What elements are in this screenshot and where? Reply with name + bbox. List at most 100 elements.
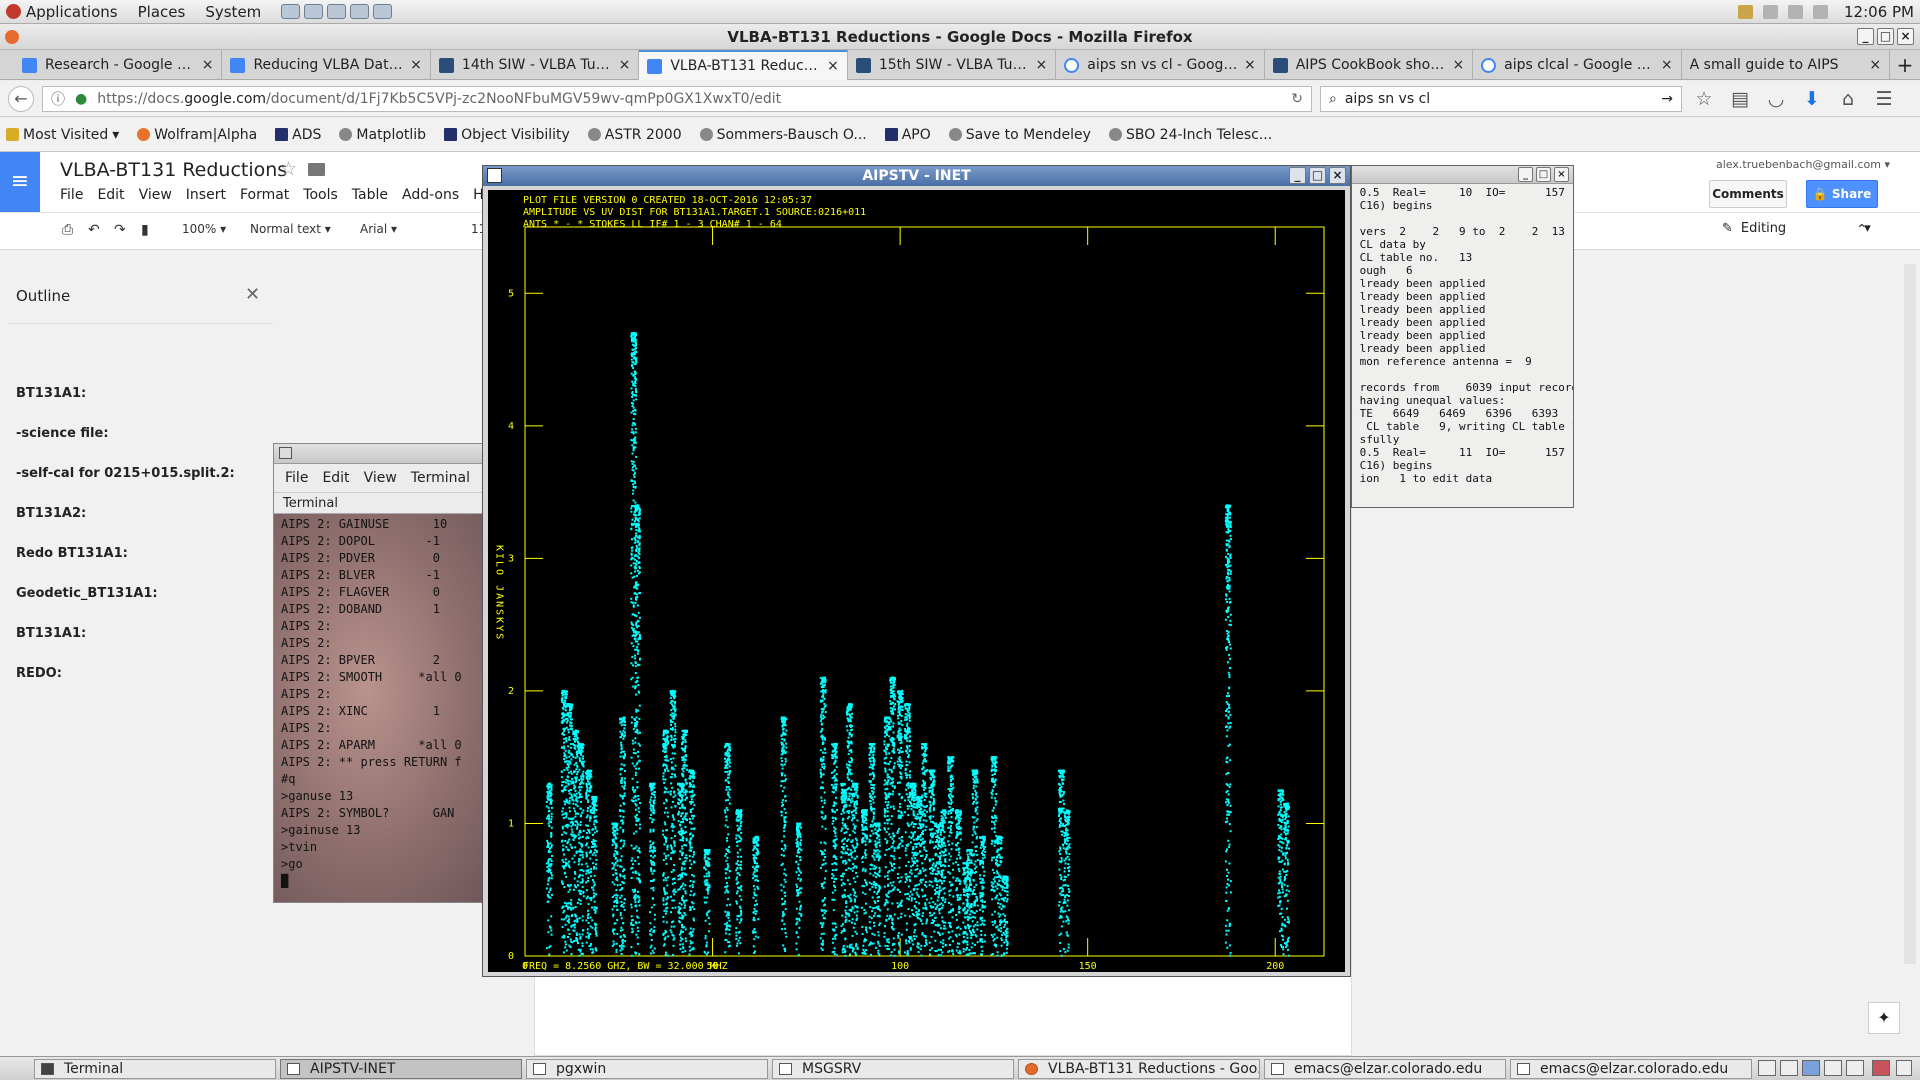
bookmark-most-visited[interactable]: Most Visited ▾	[6, 127, 119, 143]
battery-tray-icon[interactable]	[1813, 4, 1829, 19]
bookmark-matplotlib[interactable]: Matplotlib	[339, 127, 426, 143]
terminal-menu-terminal[interactable]: Terminal	[411, 470, 470, 486]
tab-15th-siw[interactable]: 15th SIW - VLBA Tuto... ×	[848, 50, 1057, 80]
menu-format[interactable]: Format	[240, 187, 289, 203]
outline-item[interactable]: -self-cal for 0215+015.split.2:	[16, 466, 235, 506]
font-select[interactable]: Arial ▾	[360, 222, 397, 236]
outline-item[interactable]: REDO:	[16, 666, 235, 706]
collapse-icon[interactable]: ⌃	[1856, 222, 1868, 238]
clock[interactable]: 12:06 PM	[1844, 3, 1914, 21]
hamburger-menu-icon[interactable]: ☰	[1870, 88, 1898, 110]
outline-item[interactable]: Redo BT131A1:	[16, 546, 235, 586]
maximize-button[interactable]: □	[1309, 167, 1326, 184]
home-icon[interactable]: ⌂	[1834, 88, 1862, 110]
close-tab-icon[interactable]: ×	[1869, 57, 1881, 73]
search-bar[interactable]: ⌕ aips sn vs cl →	[1320, 85, 1682, 112]
reading-list-icon[interactable]: ▤	[1726, 88, 1754, 110]
close-tab-icon[interactable]: ×	[1244, 57, 1256, 73]
msgsrv-log[interactable]: 0.5 Real= 10 IO= 157 C16) begins vers 2 …	[1352, 184, 1573, 487]
system-menu[interactable]: System	[205, 3, 261, 21]
terminal-output[interactable]: AIPS 2: GAINUSE 10 AIPS 2: DOPOL -1 AIPS 2…	[274, 514, 504, 902]
outline-item[interactable]: Geodetic_BT131A1:	[16, 586, 235, 626]
search-input[interactable]: aips sn vs cl	[1345, 91, 1653, 107]
search-go-icon[interactable]: →	[1661, 91, 1673, 107]
mail-launcher-icon[interactable]	[304, 4, 324, 19]
terminal-titlebar[interactable]	[274, 444, 504, 464]
new-tab-icon[interactable]: +	[1890, 50, 1920, 79]
downloads-icon[interactable]: ⬇	[1798, 88, 1826, 110]
outline-item[interactable]: BT131A1:	[16, 626, 235, 666]
notes-tray-icon[interactable]	[1738, 4, 1754, 19]
menu-table[interactable]: Table	[352, 187, 388, 203]
info-icon[interactable]: ⓘ	[51, 89, 65, 109]
aipstv-titlebar[interactable]: AIPSTV - INET _ □ ×	[483, 166, 1350, 186]
close-tab-icon[interactable]: ×	[410, 57, 422, 73]
outline-item[interactable]: BT131A2:	[16, 506, 235, 546]
applications-menu[interactable]: Applications	[6, 3, 118, 21]
tab-14th-siw[interactable]: 14th SIW - VLBA Tuto... ×	[431, 50, 640, 80]
outline-item[interactable]: -science file:	[16, 426, 235, 466]
close-button[interactable]: ×	[1897, 28, 1914, 45]
minimize-button[interactable]: _	[1518, 167, 1533, 182]
tab-research[interactable]: Research - Google D... ×	[14, 50, 223, 80]
star-icon[interactable]: ☆	[280, 158, 297, 180]
menu-edit[interactable]: Edit	[97, 187, 124, 203]
terminal-menu-edit[interactable]: Edit	[322, 470, 349, 486]
editing-mode-select[interactable]: ✎ Editing ▾	[1722, 221, 1871, 236]
aipstv-plot[interactable]: PLOT FILE VERSION 0 CREATED 18-OCT-2016 …	[488, 190, 1345, 972]
url-bar[interactable]: ⓘ ● https://docs.google.com/document/d/1…	[42, 85, 1312, 112]
print-icon[interactable]: ⎙	[62, 222, 73, 238]
menu-view[interactable]: View	[139, 187, 172, 203]
menu-addons[interactable]: Add-ons	[402, 187, 459, 203]
back-button[interactable]: ←	[8, 85, 34, 112]
close-tab-icon[interactable]: ×	[202, 57, 214, 73]
close-icon[interactable]: ✕	[245, 284, 260, 305]
bookmark-wolfram[interactable]: Wolfram|Alpha	[137, 127, 257, 143]
reload-icon[interactable]: ↻	[1291, 91, 1303, 107]
comments-button[interactable]: Comments	[1709, 180, 1787, 208]
bookmark-mendeley[interactable]: Save to Mendeley	[948, 127, 1091, 143]
tab-aips-cookbook[interactable]: AIPS CookBook short ... ×	[1265, 50, 1474, 80]
maximize-button[interactable]: □	[1877, 28, 1894, 45]
terminal-menu-file[interactable]: File	[285, 470, 308, 486]
network-tray-icon[interactable]	[1763, 4, 1779, 19]
bookmark-ads[interactable]: ADS	[275, 127, 321, 143]
tab-aips-clcal[interactable]: aips clcal - Google S... ×	[1473, 50, 1682, 80]
bookmark-star-icon[interactable]: ☆	[1690, 88, 1718, 110]
zoom-select[interactable]: 100% ▾	[182, 222, 226, 236]
maximize-button[interactable]: □	[1536, 167, 1551, 182]
bookmark-sbo-telescope[interactable]: SBO 24-Inch Telesc...	[1108, 127, 1272, 143]
bookmark-sommers-bausch[interactable]: Sommers-Bausch O...	[699, 127, 867, 143]
menu-insert[interactable]: Insert	[186, 187, 226, 203]
browser-launcher-icon[interactable]	[281, 4, 301, 19]
msgsrv-titlebar[interactable]: _ □ ×	[1352, 166, 1573, 184]
bookmark-object-visibility[interactable]: Object Visibility	[444, 127, 570, 143]
user-email[interactable]: alex.truebenbach@gmail.com ▾	[1716, 158, 1890, 171]
style-select[interactable]: Normal text ▾	[250, 222, 331, 236]
outline-item[interactable]: BT131A1:	[16, 386, 235, 426]
docs-menu-icon[interactable]: ≡	[0, 152, 40, 212]
tab-reducing-vlba[interactable]: Reducing VLBA Data ... ×	[222, 50, 431, 80]
minimize-button[interactable]: _	[1289, 167, 1306, 184]
close-button[interactable]: ×	[1329, 167, 1346, 184]
places-menu[interactable]: Places	[138, 3, 186, 21]
bookmark-apo[interactable]: APO	[884, 127, 931, 143]
menu-file[interactable]: File	[60, 187, 83, 203]
notes-launcher-icon[interactable]	[373, 4, 393, 19]
scrollbar[interactable]	[1904, 264, 1916, 964]
redo-icon[interactable]: ↷	[114, 222, 126, 238]
tab-small-guide-aips[interactable]: A small guide to AIPS ×	[1682, 50, 1891, 80]
volume-tray-icon[interactable]	[1788, 4, 1804, 19]
terminal-launcher-icon[interactable]	[350, 4, 370, 19]
share-button[interactable]: 🔒 Share	[1806, 180, 1878, 208]
tab-aips-sn-vs-cl[interactable]: aips sn vs cl - Googl... ×	[1056, 50, 1265, 80]
terminal-tab[interactable]: Terminal	[274, 492, 504, 514]
undo-icon[interactable]: ↶	[88, 222, 100, 238]
doc-title[interactable]: VLBA-BT131 Reductions	[60, 159, 287, 181]
close-tab-icon[interactable]: ×	[1661, 57, 1673, 73]
editor-launcher-icon[interactable]	[327, 4, 347, 19]
menu-tools[interactable]: Tools	[303, 187, 338, 203]
pocket-icon[interactable]: ◡	[1762, 88, 1790, 110]
paint-format-icon[interactable]: ▮	[141, 222, 149, 238]
close-button[interactable]: ×	[1554, 167, 1569, 182]
